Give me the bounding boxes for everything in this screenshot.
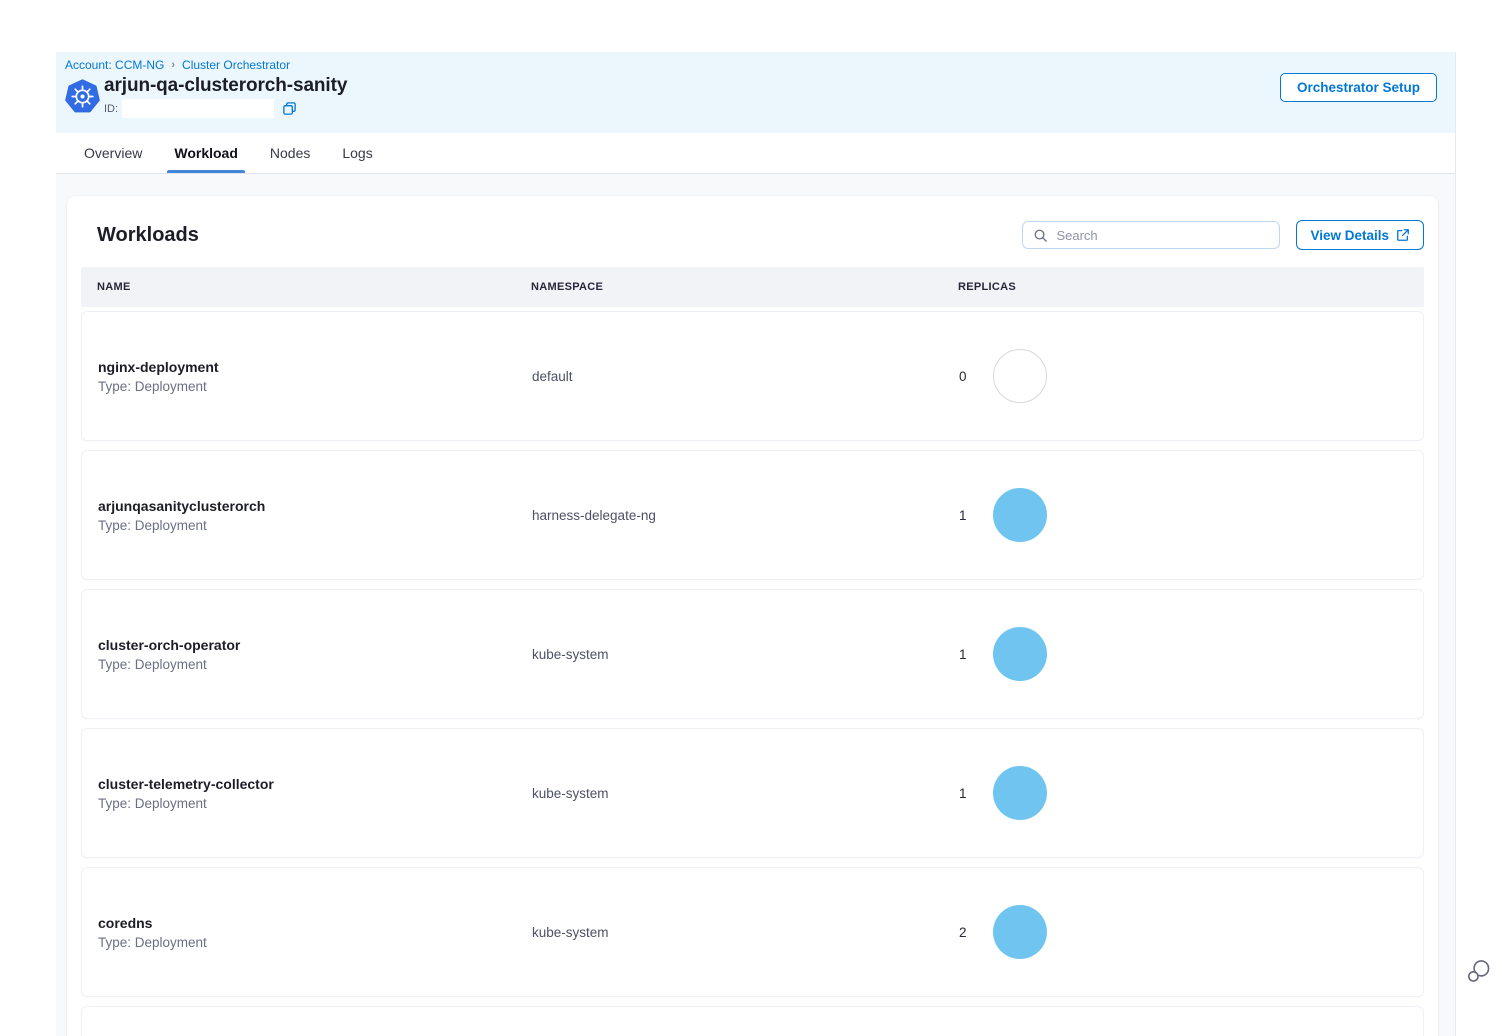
column-header-name: NAME [81,281,531,293]
cluster-id-label: ID: [104,103,118,115]
tab-overview[interactable]: Overview [81,133,145,173]
table-row[interactable] [81,1006,1424,1036]
table-row[interactable]: coredns Type: Deploymentkube-system2 [81,867,1424,997]
view-details-button[interactable]: View Details [1296,220,1424,250]
workload-type: Type: Deployment [98,935,532,950]
cluster-id-value-redacted [122,99,274,118]
breadcrumb: Account: CCM-NG › Cluster Orchestrator [65,56,1437,72]
workload-namespace: harness-delegate-ng [532,508,959,523]
chat-bubbles-icon[interactable] [1464,956,1494,986]
tab-nodes[interactable]: Nodes [267,133,313,173]
cluster-orchestrator-app: Account: CCM-NG › Cluster Orchestrator [56,52,1456,1036]
kubernetes-icon [65,79,100,114]
workload-type: Type: Deployment [98,796,532,811]
breadcrumb-account-link[interactable]: Account: CCM-NG [65,58,164,72]
workloads-panel: Workloads View Details [67,196,1438,1036]
workload-type: Type: Deployment [98,657,532,672]
external-link-icon [1396,228,1410,242]
workload-type: Type: Deployment [98,518,532,533]
column-header-namespace: NAMESPACE [531,281,958,293]
workload-name: cluster-telemetry-collector [98,776,532,792]
table-row[interactable]: arjunqasanityclusterorch Type: Deployment… [81,450,1424,580]
page-header: Account: CCM-NG › Cluster Orchestrator [56,52,1455,133]
workloads-table-body: nginx-deploymentType: Deploymentdefault0… [81,311,1424,1036]
breadcrumb-section-link[interactable]: Cluster Orchestrator [182,58,290,72]
content-area: Workloads View Details [56,174,1455,1036]
search-input[interactable] [1056,228,1269,243]
search-box[interactable] [1022,221,1280,249]
copy-icon[interactable] [282,101,297,116]
tab-workload[interactable]: Workload [171,133,241,173]
workload-name: nginx-deployment [98,359,532,375]
replica-count: 0 [959,369,967,384]
workload-name: cluster-orch-operator [98,637,532,653]
table-row[interactable]: nginx-deployment Type: Deploymentdefault0 [81,311,1424,441]
table-row[interactable]: cluster-telemetry-collector Type: Deploym… [81,728,1424,858]
replica-count: 1 [959,508,967,523]
orchestrator-setup-button[interactable]: Orchestrator Setup [1280,73,1437,102]
tab-logs[interactable]: Logs [339,133,375,173]
view-details-label: View Details [1310,228,1389,243]
workload-namespace: kube-system [532,786,959,801]
workloads-title: Workloads [97,224,199,247]
workload-type: Type: Deployment [98,379,532,394]
replica-status-circle [993,905,1047,959]
replica-count: 1 [959,786,967,801]
search-icon [1033,228,1048,243]
tab-bar: Overview Workload Nodes Logs [56,133,1455,174]
replica-count: 2 [959,925,967,940]
workload-name: arjunqasanityclusterorch [98,498,532,514]
table-row[interactable]: cluster-orch-operator Type: Deploymentkub… [81,589,1424,719]
workload-namespace: kube-system [532,925,959,940]
replica-status-circle [993,766,1047,820]
breadcrumb-chevron-icon: › [171,59,175,71]
replica-count: 1 [959,647,967,662]
column-header-replicas: REPLICAS [958,281,1424,293]
table-header: NAME NAMESPACE REPLICAS [81,267,1424,307]
workload-namespace: kube-system [532,647,959,662]
page-title: arjun-qa-clusterorch-sanity [104,75,347,97]
workload-namespace: default [532,369,959,384]
replica-status-circle [993,627,1047,681]
replica-status-circle [993,488,1047,542]
workload-name: coredns [98,915,532,931]
replica-status-circle [993,349,1047,403]
